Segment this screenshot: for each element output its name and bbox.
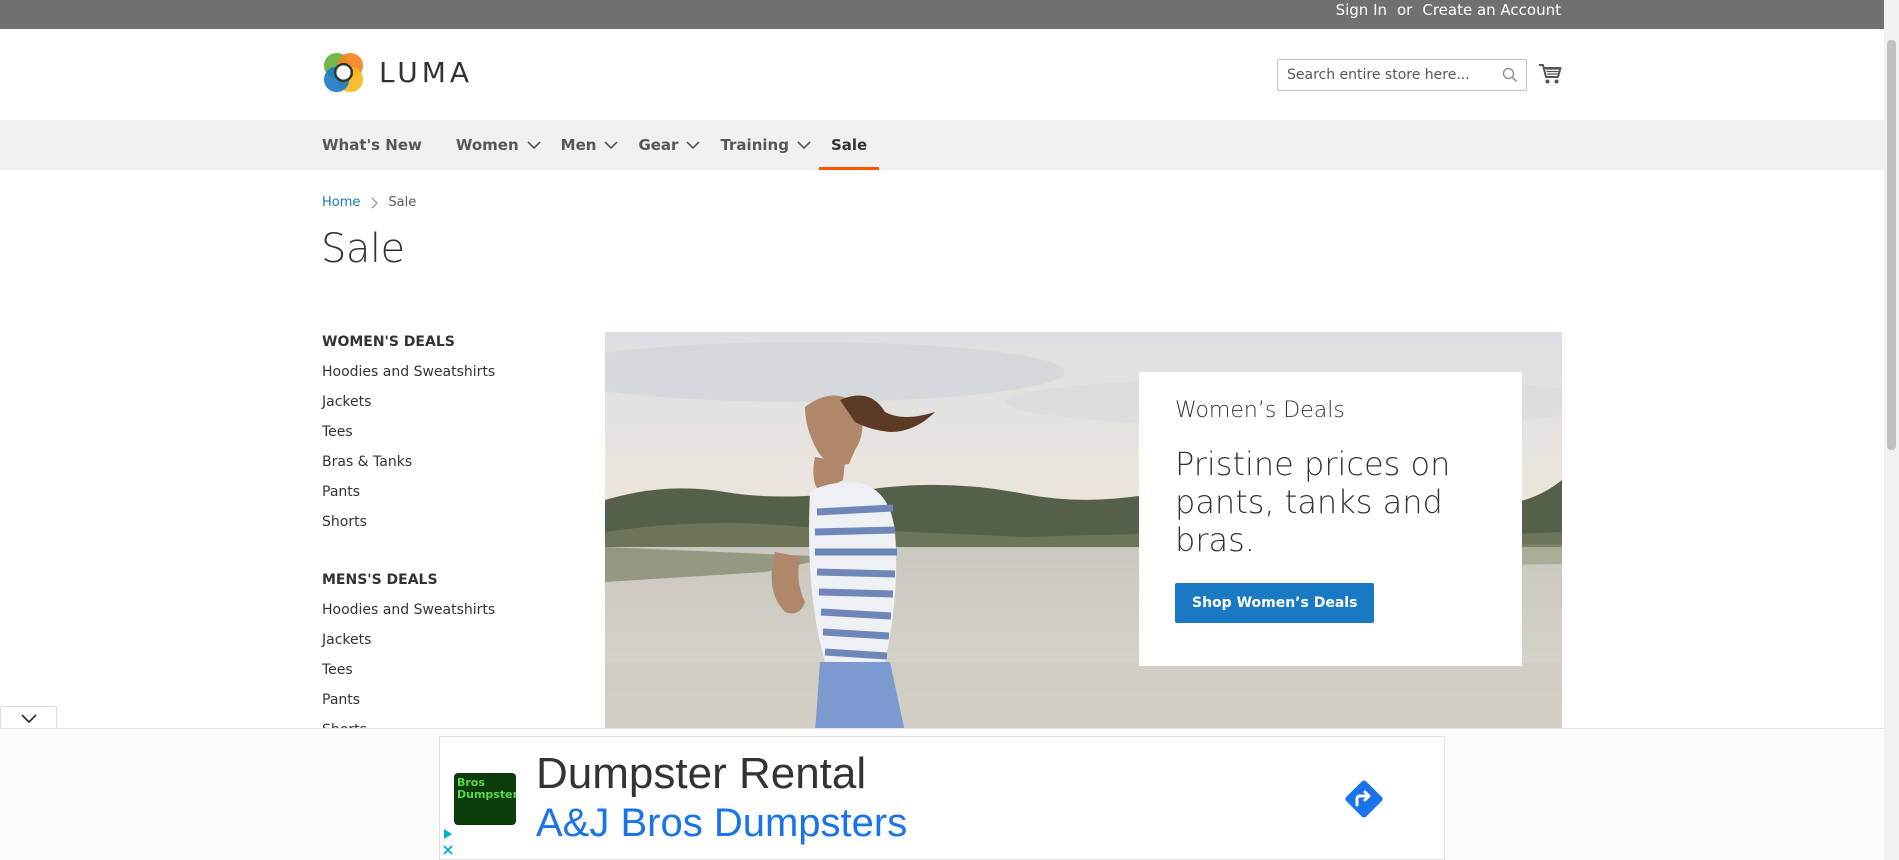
sale-sidebar: WOMEN'S DEALS Hoodies and Sweatshirts Ja… xyxy=(322,332,572,778)
search-input[interactable] xyxy=(1278,60,1498,90)
breadcrumb: Home Sale xyxy=(322,195,416,210)
sidebar-link-womens-hoodies[interactable]: Hoodies and Sweatshirts xyxy=(322,362,572,392)
sidebar-link-mens-hoodies[interactable]: Hoodies and Sweatshirts xyxy=(322,600,572,630)
chevron-down-icon xyxy=(686,141,701,150)
nav-item-label: What's New xyxy=(322,136,422,154)
womens-deals-banner[interactable]: Women’s Deals Pristine prices on pants, … xyxy=(605,332,1562,732)
chevron-right-icon xyxy=(371,197,379,208)
or-separator: or xyxy=(1397,0,1413,19)
nav-item-label: Men xyxy=(560,136,597,154)
nav-item-whats-new[interactable]: What's New xyxy=(322,120,422,170)
page-scrollbar[interactable] xyxy=(1884,0,1899,860)
ad-logo-text: Bros Dumpsters xyxy=(457,776,516,801)
nav-item-sale[interactable]: Sale xyxy=(818,120,880,170)
sidebar-link-mens-tees[interactable]: Tees xyxy=(322,660,572,690)
nav-item-label: Sale xyxy=(830,136,868,154)
sidebar-link-mens-jackets[interactable]: Jackets xyxy=(322,630,572,660)
page-title: Sale xyxy=(321,226,405,272)
mens-deals-heading: MENS'S DEALS xyxy=(322,572,438,588)
promo-card: Women’s Deals Pristine prices on pants, … xyxy=(1139,372,1522,666)
promo-headline: Pristine prices on pants, tanks and bras… xyxy=(1175,445,1451,559)
breadcrumb-current: Sale xyxy=(388,195,417,210)
promo-kicker: Women’s Deals xyxy=(1175,398,1345,423)
sidebar-link-womens-bras-tanks[interactable]: Bras & Tanks xyxy=(322,452,572,482)
nav-item-training[interactable]: Training xyxy=(720,120,822,170)
header-links: Sign In or Create an Account xyxy=(1336,0,1561,19)
chevron-down-icon xyxy=(797,141,811,150)
sidebar-link-womens-pants[interactable]: Pants xyxy=(322,482,572,512)
nav-item-women[interactable]: Women xyxy=(456,120,553,170)
sign-in-link[interactable]: Sign In xyxy=(1336,1,1387,19)
shop-womens-deals-button[interactable]: Shop Women’s Deals xyxy=(1175,583,1375,623)
logo-text: LUMA xyxy=(379,56,474,89)
womens-deals-list: Hoodies and Sweatshirts Jackets Tees Bra… xyxy=(322,362,572,542)
sidebar-link-womens-shorts[interactable]: Shorts xyxy=(322,512,572,542)
nav-item-gear[interactable]: Gear xyxy=(638,120,712,170)
ad-logo: Bros Dumpsters xyxy=(454,773,516,825)
sidebar-link-womens-tees[interactable]: Tees xyxy=(322,422,572,452)
directions-icon[interactable] xyxy=(1340,775,1388,823)
dumpster-ad[interactable]: Bros Dumpsters Dumpster Rental A&J Bros … xyxy=(439,736,1445,860)
nav-item-men[interactable]: Men xyxy=(561,120,631,170)
top-bar: Sign In or Create an Account xyxy=(0,0,1884,29)
chevron-down-icon xyxy=(604,141,619,150)
luma-logo[interactable]: LUMA xyxy=(322,51,473,94)
site-header: LUMA xyxy=(0,29,1884,120)
womens-deals-heading: WOMEN'S DEALS xyxy=(322,334,455,350)
create-account-link[interactable]: Create an Account xyxy=(1422,1,1561,19)
shopping-cart-icon[interactable] xyxy=(1538,63,1562,85)
search-box xyxy=(1277,59,1527,91)
search-icon[interactable] xyxy=(1502,67,1518,83)
nav-item-label: Training xyxy=(720,136,789,154)
scrollbar-thumb[interactable] xyxy=(1887,40,1896,450)
ad-collapse-toggle[interactable] xyxy=(0,706,57,730)
close-icon[interactable] xyxy=(442,844,454,856)
ad-subtitle[interactable]: A&J Bros Dumpsters xyxy=(536,801,907,846)
nav-item-label: Gear xyxy=(638,136,679,154)
luma-logo-icon xyxy=(323,52,364,93)
sidebar-link-mens-pants[interactable]: Pants xyxy=(322,690,572,720)
chevron-down-icon xyxy=(21,714,37,724)
nav-item-label: Women xyxy=(455,136,519,154)
sidebar-link-womens-jackets[interactable]: Jackets xyxy=(322,392,572,422)
ad-title[interactable]: Dumpster Rental xyxy=(536,749,866,799)
main-navigation: What's New Women Men Gear Training Sale xyxy=(0,120,1884,170)
breadcrumb-home-link[interactable]: Home xyxy=(322,195,360,210)
chevron-down-icon xyxy=(527,141,541,150)
adchoices-play-icon[interactable] xyxy=(442,828,454,840)
